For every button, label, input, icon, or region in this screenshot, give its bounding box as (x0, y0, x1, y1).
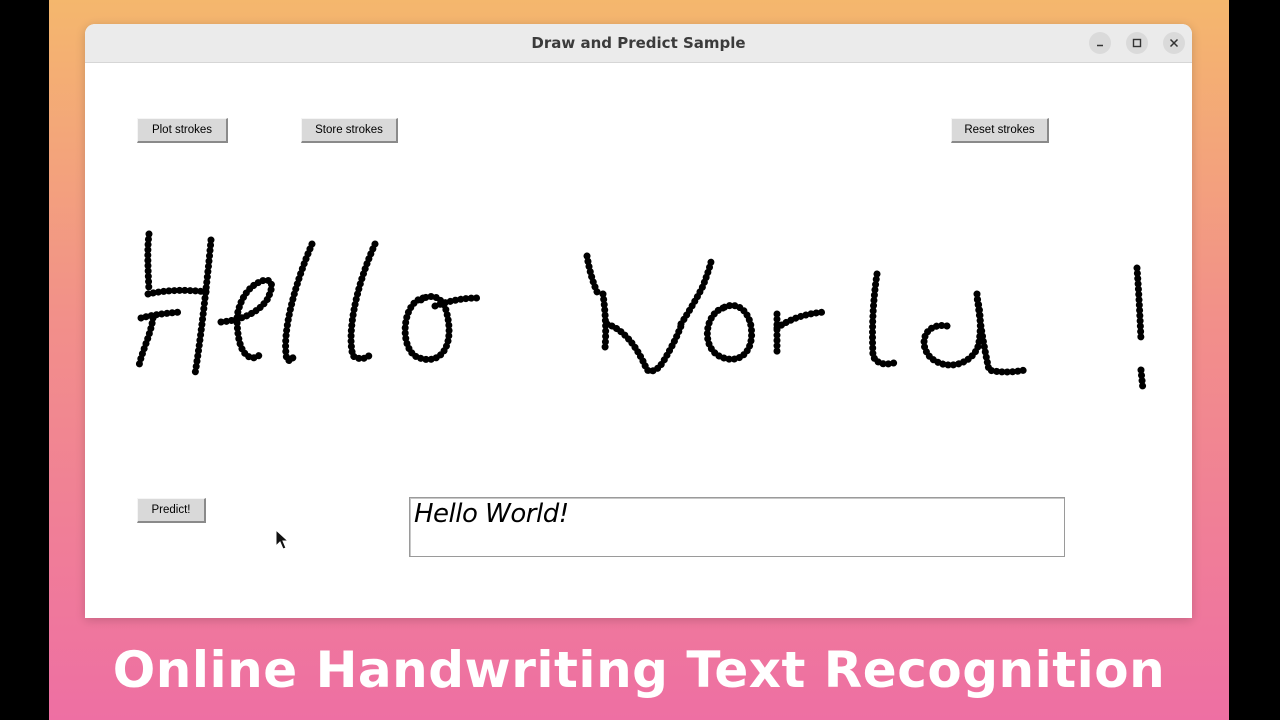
stroke (1137, 366, 1147, 394)
mouse-pointer-icon (275, 529, 289, 550)
close-button[interactable] (1163, 32, 1185, 54)
stroke (1133, 264, 1145, 344)
stroke (191, 236, 215, 378)
close-icon (1169, 38, 1179, 48)
stroke (703, 301, 756, 363)
stroke (135, 314, 157, 370)
stroke (677, 258, 715, 328)
video-frame: Draw and Predict Sample Plot strokes Sto… (49, 0, 1229, 720)
prediction-output[interactable]: Hello World! (409, 497, 1065, 557)
title-bar[interactable]: Draw and Predict Sample (85, 24, 1192, 63)
stroke (973, 290, 1029, 376)
store-strokes-button[interactable]: Store strokes (301, 118, 398, 143)
predict-button[interactable]: Predict! (137, 498, 206, 523)
video-caption: Online Handwriting Text Recognition (112, 641, 1166, 699)
stroke (869, 270, 901, 368)
stroke (583, 252, 603, 300)
stroke (347, 240, 379, 363)
stroke (603, 320, 685, 375)
reset-strokes-button[interactable]: Reset strokes (951, 118, 1049, 143)
stroke (773, 308, 829, 332)
stroke (144, 230, 153, 296)
stroke (144, 286, 211, 298)
stroke (137, 308, 185, 322)
plot-strokes-button[interactable]: Plot strokes (137, 118, 228, 143)
stroke (217, 276, 275, 362)
minimize-button[interactable] (1089, 32, 1111, 54)
stroke (920, 292, 984, 369)
app-window: Draw and Predict Sample Plot strokes Sto… (85, 24, 1192, 618)
maximize-button[interactable] (1126, 32, 1148, 54)
drawing-canvas[interactable] (125, 184, 1155, 464)
maximize-icon (1132, 38, 1142, 48)
window-title: Draw and Predict Sample (531, 34, 746, 52)
stroke (282, 240, 316, 364)
minimize-icon (1097, 44, 1103, 47)
